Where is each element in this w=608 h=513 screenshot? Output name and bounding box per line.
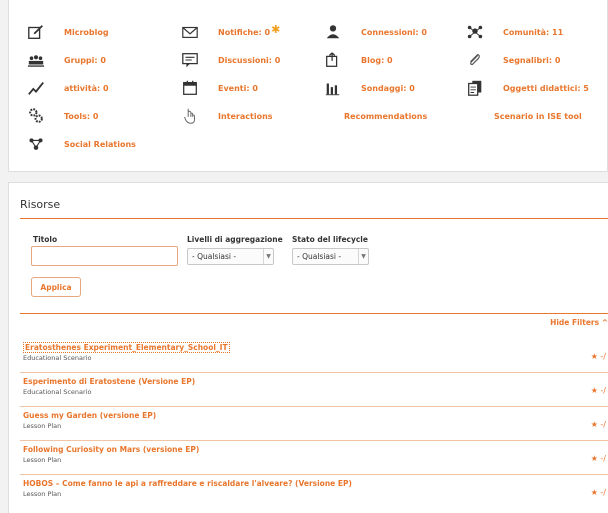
star-rating[interactable]: ★ -/ xyxy=(591,454,606,463)
resource-list-item: Following Curiosity on Mars (versione EP… xyxy=(20,441,608,475)
resource-list-item: Esperimento di Eratostene (Versione EP) … xyxy=(20,373,608,407)
lifecycle-filter-label: Stato del lifecycle xyxy=(292,235,368,244)
nav-label-recommendations: Recommendations xyxy=(344,111,428,121)
nav-item-attivita[interactable]: attività: 0 xyxy=(25,78,109,98)
nav-item-comunita[interactable]: Comunità: 11 xyxy=(464,22,563,42)
nav-label-eventi: Eventi: 0 xyxy=(218,83,258,93)
nav-item-sondaggi[interactable]: Sondaggi: 0 xyxy=(322,78,415,98)
resource-list-item: Guess my Garden (versione EP) Lesson Pla… xyxy=(20,407,608,441)
nav-label-microblog: Microblog xyxy=(64,27,109,37)
nav-label-gruppi: Gruppi: 0 xyxy=(64,55,106,65)
community-nav-panel: Microblog Notifiche: 0 ✱ Connessioni: 0 … xyxy=(8,0,608,172)
resource-type: Educational Scenario xyxy=(23,388,92,396)
blog-icon xyxy=(322,50,344,70)
group-icon xyxy=(25,50,47,70)
filters-divider xyxy=(20,313,608,314)
resource-list-item: Eratosthenes Experiment_Elementary_Schoo… xyxy=(20,339,608,373)
resource-title-link[interactable]: Following Curiosity on Mars (versione EP… xyxy=(23,445,199,454)
page-title: Risorse xyxy=(20,198,61,211)
lifecycle-selected-value: - Qualsiasi - xyxy=(297,252,342,261)
nav-item-notifiche[interactable]: Notifiche: 0 ✱ xyxy=(179,22,280,42)
nav-label-segnalibri: Segnalibri: 0 xyxy=(503,55,561,65)
nav-label-notifiche: Notifiche: 0 xyxy=(218,27,271,37)
nav-item-eventi[interactable]: Eventi: 0 xyxy=(179,78,258,98)
activity-icon xyxy=(25,78,47,98)
resource-list-item: HOBOS – Come fanno le api a raffreddare … xyxy=(20,475,608,509)
aggregation-selected-value: - Qualsiasi - xyxy=(192,252,237,261)
chevron-down-icon: ▼ xyxy=(358,249,368,264)
chat-icon xyxy=(179,50,201,70)
nav-label-discussioni: Discussioni: 0 xyxy=(218,55,281,65)
resources-panel: Risorse Titolo Livelli di aggregazione -… xyxy=(8,182,608,513)
nav-label-social-relations: Social Relations xyxy=(64,139,136,149)
nav-item-discussioni[interactable]: Discussioni: 0 xyxy=(179,50,280,70)
community-icon xyxy=(464,22,486,42)
documents-icon xyxy=(464,78,486,98)
star-rating[interactable]: ★ -/ xyxy=(591,488,606,497)
new-notification-badge: ✱ xyxy=(271,22,281,36)
resource-type: Educational Scenario xyxy=(23,354,92,362)
nav-label-scenario-ise: Scenario in ISE tool xyxy=(494,111,582,121)
nav-item-segnalibri[interactable]: Segnalibri: 0 xyxy=(464,50,560,70)
compose-icon xyxy=(25,22,47,42)
resource-title-link[interactable]: Esperimento di Eratostene (Versione EP) xyxy=(23,377,195,386)
nav-item-gruppi[interactable]: Gruppi: 0 xyxy=(25,50,106,70)
nav-label-blog: Blog: 0 xyxy=(361,55,393,65)
title-divider xyxy=(20,218,608,219)
nav-item-tools[interactable]: Tools: 0 xyxy=(25,106,98,126)
nav-item-social-relations[interactable]: Social Relations xyxy=(25,134,136,154)
star-rating[interactable]: ★ -/ xyxy=(591,386,606,395)
nav-label-connessioni: Connessioni: 0 xyxy=(361,27,427,37)
nav-item-connessioni[interactable]: Connessioni: 0 xyxy=(322,22,427,42)
nav-label-interactions: Interactions xyxy=(218,111,273,121)
title-filter-label: Titolo xyxy=(33,235,58,244)
hide-filters-link[interactable]: Hide Filters ^ xyxy=(550,318,608,327)
chevron-down-icon: ▼ xyxy=(263,249,273,264)
nav-label-oggetti: Oggetti didattici: 5 xyxy=(503,83,589,93)
resource-type: Lesson Plan xyxy=(23,422,62,430)
resource-title-link[interactable]: Eratosthenes Experiment_Elementary_Schoo… xyxy=(23,342,230,353)
star-rating[interactable]: ★ -/ xyxy=(591,420,606,429)
resource-type: Lesson Plan xyxy=(23,490,62,498)
aggregation-level-select[interactable]: - Qualsiasi - ▼ xyxy=(187,248,274,265)
title-search-input[interactable] xyxy=(31,246,178,266)
star-rating[interactable]: ★ -/ xyxy=(591,352,606,361)
nav-label-sondaggi: Sondaggi: 0 xyxy=(361,83,415,93)
aggregation-filter-label: Livelli di aggregazione xyxy=(187,235,283,244)
bar-chart-icon xyxy=(322,78,344,98)
nav-item-oggetti[interactable]: Oggetti didattici: 5 xyxy=(464,78,589,98)
nav-label-attivita: attività: 0 xyxy=(64,83,109,93)
nav-label-comunita: Comunità: 11 xyxy=(503,27,564,37)
nav-item-microblog[interactable]: Microblog xyxy=(25,22,109,42)
hand-cursor-icon xyxy=(179,106,201,126)
apply-filters-button[interactable]: Applica xyxy=(31,277,81,297)
envelope-icon xyxy=(179,22,201,42)
resource-type: Lesson Plan xyxy=(23,456,62,464)
nav-item-recommendations[interactable]: Recommendations xyxy=(344,106,427,126)
resource-title-link[interactable]: HOBOS – Come fanno le api a raffreddare … xyxy=(23,479,352,488)
calendar-icon xyxy=(179,78,201,98)
gears-icon xyxy=(25,106,47,126)
lifecycle-status-select[interactable]: - Qualsiasi - ▼ xyxy=(292,248,369,265)
nav-label-tools: Tools: 0 xyxy=(64,111,99,121)
social-network-icon xyxy=(25,134,47,154)
nav-item-interactions[interactable]: Interactions xyxy=(179,106,273,126)
paperclip-icon xyxy=(464,50,486,70)
nav-item-blog[interactable]: Blog: 0 xyxy=(322,50,393,70)
resource-title-link[interactable]: Guess my Garden (versione EP) xyxy=(23,411,156,420)
person-icon xyxy=(322,22,344,42)
nav-item-scenario-ise[interactable]: Scenario in ISE tool xyxy=(494,106,582,126)
